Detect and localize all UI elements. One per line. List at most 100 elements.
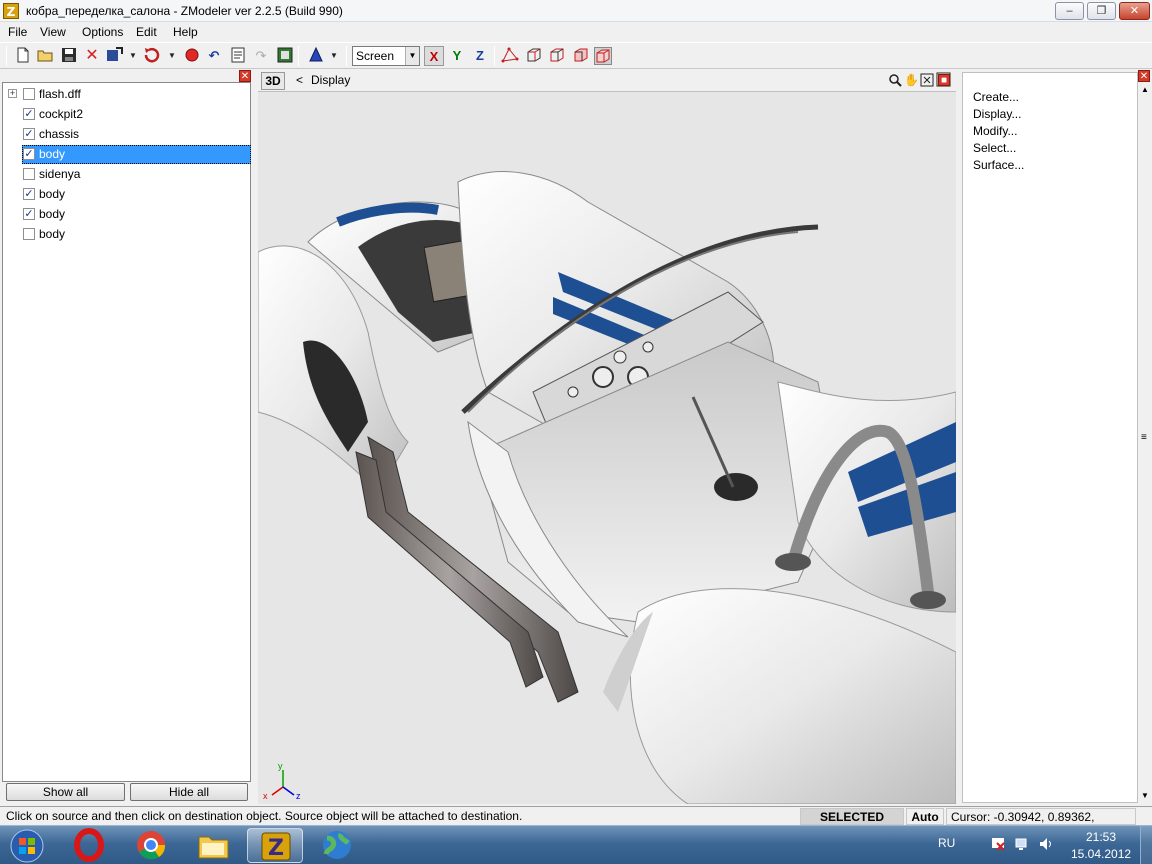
show-all-button[interactable]: Show all — [6, 783, 125, 801]
minimize-button[interactable]: – — [1055, 2, 1084, 20]
tree-item-body-selected[interactable]: ✓ body — [3, 144, 251, 164]
menu-edit[interactable]: Edit — [136, 25, 157, 39]
zoom-icon[interactable] — [888, 73, 902, 87]
tree-item-body[interactable]: ✓ body — [3, 184, 250, 204]
maximize-button[interactable]: ❐ — [1087, 2, 1116, 20]
viewport-back-button[interactable]: < — [296, 73, 303, 87]
chrome-icon[interactable] — [123, 828, 179, 863]
properties-icon[interactable] — [229, 47, 247, 65]
visibility-checkbox[interactable] — [23, 168, 35, 180]
car-model-render: y x z — [258, 92, 956, 804]
panel-scrollbar[interactable]: ▲ ≡ ▼ — [1138, 83, 1152, 803]
axis-z-button[interactable]: Z — [470, 46, 490, 66]
undo-dropdown-icon[interactable]: ▼ — [163, 47, 181, 65]
taskbar: Z RU 21:53 15.04.2012 — [0, 825, 1152, 864]
axis-x-button[interactable]: X — [424, 46, 444, 66]
zmodeler-app-icon[interactable]: Z — [3, 3, 19, 19]
select-vertex-icon[interactable] — [501, 47, 519, 65]
view-mode-3d-button[interactable]: 3D — [261, 72, 285, 90]
menu-file[interactable]: File — [8, 25, 27, 39]
network-icon[interactable] — [1014, 836, 1030, 852]
tree-item-label: cockpit2 — [39, 107, 84, 121]
display-command[interactable]: Display... — [973, 107, 1021, 121]
undo-icon[interactable]: ↶ — [205, 47, 223, 65]
close-button[interactable]: ✕ — [1119, 2, 1150, 20]
windows-start-icon[interactable] — [2, 828, 52, 863]
visibility-checkbox[interactable]: ✓ — [23, 128, 35, 140]
select-object-icon[interactable] — [548, 47, 566, 65]
redo-icon[interactable]: ↷ — [252, 47, 270, 65]
object-tree: + flash.dff ✓ cockpit2 ✓ chassis ✓ body … — [2, 82, 251, 782]
visibility-checkbox[interactable]: ✓ — [23, 188, 35, 200]
import-icon[interactable] — [106, 47, 124, 65]
auto-indicator: Auto — [906, 808, 944, 825]
visibility-checkbox[interactable] — [23, 88, 35, 100]
tree-item-cockpit2[interactable]: ✓ cockpit2 — [3, 104, 250, 124]
fit-view-icon[interactable] — [920, 73, 934, 87]
axis-z-label: z — [296, 791, 301, 801]
globe-icon[interactable] — [309, 828, 365, 863]
projection-select[interactable]: Screen ▼ — [352, 46, 420, 66]
select-polygon-icon[interactable] — [572, 47, 590, 65]
menu-view[interactable]: View — [40, 25, 66, 39]
viewport-title: Display — [311, 73, 351, 87]
tree-item-flash-dff[interactable]: + flash.dff — [3, 84, 250, 104]
action-center-icon[interactable] — [990, 836, 1006, 852]
menu-help[interactable]: Help — [173, 25, 198, 39]
scroll-up-icon[interactable]: ▲ — [1141, 85, 1149, 94]
visibility-checkbox[interactable] — [23, 228, 35, 240]
tree-item-body[interactable]: ✓ body — [3, 204, 250, 224]
projection-select-value: Screen — [356, 49, 395, 63]
stop-icon[interactable]: ■ — [938, 74, 950, 86]
hide-all-button[interactable]: Hide all — [130, 783, 248, 801]
scroll-grip-icon[interactable]: ≡ — [1141, 433, 1147, 443]
title-bar: Z кобра_переделка_салона - ZModeler ver … — [0, 0, 1152, 22]
tree-item-sidenya[interactable]: sidenya — [3, 164, 250, 184]
close-panel-icon[interactable]: ✕ — [239, 70, 251, 82]
axis-y-label: y — [278, 761, 283, 771]
undo-history-icon[interactable] — [144, 47, 162, 65]
3d-viewport[interactable]: y x z — [258, 92, 956, 804]
language-indicator[interactable]: RU — [938, 836, 955, 850]
tree-item-body[interactable]: body — [3, 224, 250, 244]
tree-item-chassis[interactable]: ✓ chassis — [3, 124, 250, 144]
close-panel-icon[interactable]: ✕ — [1138, 70, 1150, 82]
select-active-icon[interactable] — [594, 47, 612, 65]
expand-icon[interactable]: + — [8, 89, 17, 98]
save-icon[interactable] — [60, 47, 78, 65]
render-icon[interactable] — [276, 47, 294, 65]
viewport-header: 3D < Display ✋ — [258, 69, 956, 92]
axis-y-button[interactable]: Y — [447, 46, 467, 66]
status-hint: Click on source and then click on destin… — [2, 808, 797, 825]
tree-item-label: body — [39, 227, 66, 241]
visibility-checkbox[interactable]: ✓ — [23, 108, 35, 120]
pan-hand-icon[interactable]: ✋ — [904, 73, 919, 87]
visibility-checkbox[interactable]: ✓ — [23, 148, 35, 160]
menu-bar: File View Options Edit Help — [0, 22, 1152, 42]
record-icon[interactable] — [183, 47, 201, 65]
visibility-checkbox[interactable]: ✓ — [23, 208, 35, 220]
selected-mode-indicator: SELECTED MODE — [800, 808, 904, 840]
import-dropdown-icon[interactable]: ▼ — [124, 47, 142, 65]
open-icon[interactable] — [37, 47, 55, 65]
show-desktop-button[interactable] — [1140, 826, 1152, 864]
delete-icon[interactable]: ✕ — [83, 47, 101, 65]
new-icon[interactable] — [14, 47, 32, 65]
clock-time[interactable]: 21:53 — [1086, 830, 1116, 844]
modify-command[interactable]: Modify... — [973, 124, 1017, 138]
cone-dropdown-icon[interactable]: ▼ — [325, 47, 343, 65]
volume-icon[interactable] — [1038, 836, 1054, 852]
select-box-icon[interactable] — [525, 47, 543, 65]
scroll-down-icon[interactable]: ▼ — [1141, 791, 1149, 800]
opera-icon[interactable] — [61, 828, 117, 863]
explorer-icon[interactable] — [185, 828, 241, 863]
axis-x-label: x — [263, 791, 268, 801]
select-command[interactable]: Select... — [973, 141, 1016, 155]
menu-options[interactable]: Options — [82, 25, 123, 39]
surface-command[interactable]: Surface... — [973, 158, 1024, 172]
clock-date[interactable]: 15.04.2012 — [1071, 847, 1131, 861]
cone-icon[interactable] — [307, 46, 325, 65]
create-command[interactable]: Create... — [973, 90, 1019, 104]
zmodeler-icon[interactable]: Z — [247, 828, 303, 863]
chevron-down-icon: ▼ — [405, 47, 419, 65]
